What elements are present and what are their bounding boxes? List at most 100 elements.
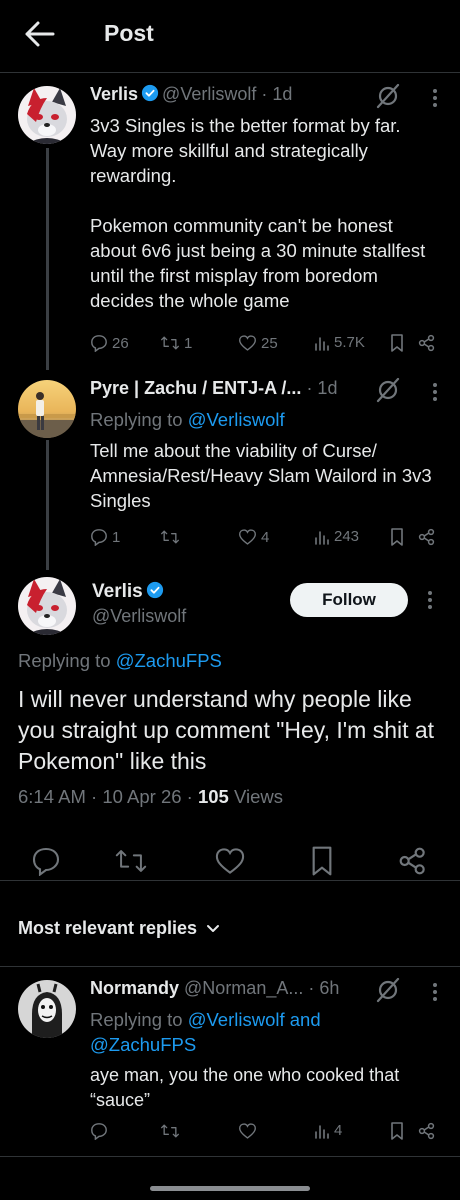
verified-badge-icon — [146, 581, 164, 599]
tweet-paragraph: Pokemon community can't be honest about … — [90, 215, 426, 311]
back-button[interactable] — [24, 20, 56, 48]
author-handle[interactable]: @Verliswolf — [162, 84, 256, 104]
more-options-button[interactable] — [432, 88, 438, 108]
bookmark-button[interactable] — [310, 846, 334, 876]
more-vertical-icon — [433, 89, 437, 107]
views-label: Views — [234, 786, 284, 807]
follow-button[interactable]: Follow — [290, 583, 408, 617]
chevron-down-icon — [207, 924, 220, 932]
like-button[interactable]: 4 — [238, 528, 269, 546]
tweet-text: aye man, you the one who cooked that “sa… — [90, 1065, 400, 1110]
author-handle[interactable]: @Norman_A... — [184, 978, 303, 998]
author-name[interactable]: Pyre | Zachu / ENTJ-A /... — [90, 378, 301, 398]
views-button[interactable]: 4 — [314, 1122, 342, 1139]
repost-button[interactable] — [160, 1122, 184, 1140]
share-icon — [418, 334, 435, 352]
views-count: 105 — [197, 786, 229, 807]
views-chart-icon — [315, 1124, 329, 1139]
post-time: · 1d — [261, 84, 293, 104]
replying-to-label: Replying to — [90, 409, 188, 430]
share-icon — [418, 1122, 435, 1140]
share-button[interactable] — [398, 846, 428, 876]
avatar-normandy[interactable] — [18, 980, 76, 1038]
tweet-text: 3v3 Singles is the better format by far.… — [90, 113, 438, 313]
reply-sort-label: Most relevant replies — [18, 918, 198, 938]
tweet-actions: 1 4 243 — [90, 528, 440, 550]
like-button[interactable] — [214, 846, 246, 876]
reply-button[interactable] — [90, 1122, 112, 1140]
tweet-text: Tell me about the viability of Curse/ Am… — [90, 440, 432, 511]
repost-button[interactable] — [114, 846, 148, 876]
bookmark-button[interactable] — [390, 334, 404, 352]
grok-icon — [376, 83, 400, 109]
reply-icon — [91, 335, 107, 352]
author-name[interactable]: Verlis — [92, 581, 143, 602]
tweet-body: Replying to @Verliswolf Tell me about th… — [90, 407, 438, 513]
grok-icon — [376, 377, 400, 403]
replying-to-label: Replying to — [90, 1009, 188, 1030]
page-title: Post — [104, 20, 154, 46]
replying-to: Replying to @ZachuFPS — [18, 650, 222, 672]
views-button[interactable]: 243 — [314, 528, 359, 545]
like-button[interactable] — [238, 1122, 261, 1140]
reply-button[interactable] — [30, 846, 62, 876]
bookmark-icon — [391, 1122, 403, 1140]
post-time: 6:14 AM — [18, 786, 86, 807]
more-options-button[interactable] — [432, 382, 438, 402]
heart-icon — [239, 335, 256, 351]
mention-link[interactable]: @ZachuFPS — [90, 1032, 438, 1057]
tweet-actions: 4 — [90, 1122, 440, 1144]
mention-link[interactable]: @ZachuFPS — [116, 650, 222, 671]
tweet-paragraph: 3v3 Singles is the better format by far.… — [90, 115, 401, 186]
mention-link[interactable]: @Verliswolf and — [188, 1009, 321, 1030]
views-chart-icon — [315, 336, 329, 351]
post-time: · 6h — [308, 978, 340, 998]
more-options-button[interactable] — [432, 982, 438, 1002]
post-meta: 6:14 AM · 10 Apr 26 · 105 Views — [18, 786, 283, 808]
grok-button[interactable] — [374, 976, 402, 1004]
views-button[interactable]: 5.7K — [314, 334, 365, 351]
more-options-button[interactable] — [427, 590, 433, 610]
avatar-pyre[interactable] — [18, 380, 76, 438]
avatar-verlis-focus[interactable] — [18, 577, 76, 635]
repost-count: 1 — [184, 334, 193, 352]
wolf-avatar-icon — [18, 577, 76, 635]
grok-button[interactable] — [374, 376, 402, 404]
repost-icon — [161, 530, 179, 544]
author-name[interactable]: Normandy — [90, 978, 179, 998]
like-button[interactable]: 25 — [238, 334, 278, 352]
heart-icon — [239, 529, 256, 545]
like-count: 4 — [261, 528, 270, 546]
reply-icon — [91, 1123, 107, 1140]
repost-button[interactable] — [160, 528, 184, 546]
repost-icon — [161, 336, 179, 350]
avatar-verlis[interactable] — [18, 86, 76, 144]
home-indicator[interactable] — [150, 1186, 310, 1191]
reply-button[interactable]: 1 — [90, 528, 120, 546]
focus-author[interactable]: Verlis — [92, 581, 167, 603]
views-count: 4 — [334, 1122, 343, 1139]
heart-icon — [239, 1123, 256, 1139]
author-handle[interactable]: @Verliswolf — [92, 606, 186, 627]
grok-icon — [376, 977, 400, 1003]
share-button[interactable] — [418, 528, 436, 546]
wolf-avatar-icon — [18, 86, 76, 144]
person-photo-avatar-icon — [18, 380, 76, 438]
tweet-actions: 26 1 25 5.7K — [90, 334, 440, 356]
bookmark-button[interactable] — [390, 528, 404, 546]
reply-count: 26 — [112, 334, 129, 352]
heart-icon — [215, 848, 245, 874]
reply-button[interactable]: 26 — [90, 334, 129, 352]
share-button[interactable] — [418, 334, 436, 352]
mention-link[interactable]: @Verliswolf — [188, 409, 285, 430]
views-count: 5.7K — [334, 334, 365, 351]
reply-icon — [32, 847, 60, 876]
repost-button[interactable]: 1 — [160, 334, 192, 352]
share-button[interactable] — [418, 1122, 436, 1140]
bookmark-button[interactable] — [390, 1122, 404, 1140]
reply-sort-dropdown[interactable]: Most relevant replies — [18, 918, 221, 939]
views-chart-icon — [315, 530, 329, 545]
thread-line — [46, 148, 49, 370]
author-name[interactable]: Verlis — [90, 84, 138, 104]
grok-button[interactable] — [374, 82, 402, 110]
